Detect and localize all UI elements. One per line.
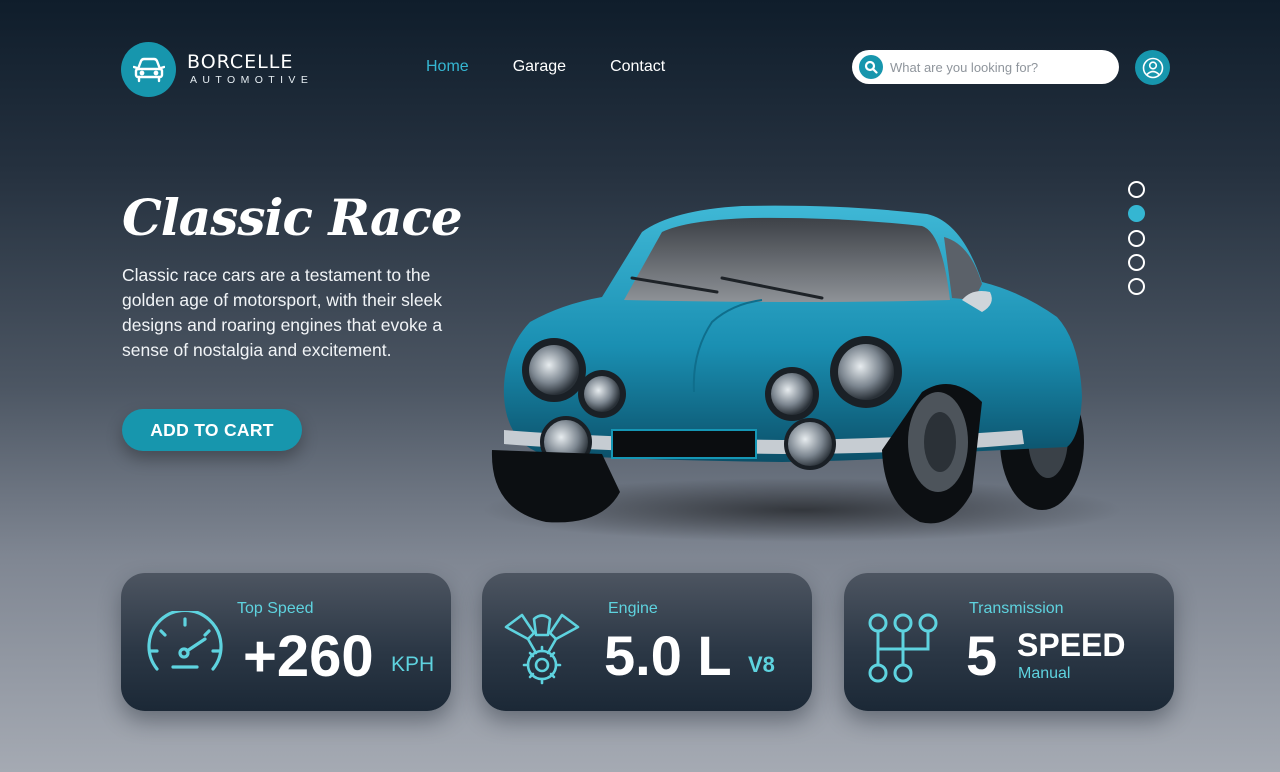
spec-unit: V8 [748, 652, 775, 677]
nav-home[interactable]: Home [426, 58, 469, 76]
speedometer-icon [147, 611, 223, 671]
spec-unit: SPEED [1017, 627, 1126, 663]
hero-description: Classic race cars are a testament to the… [122, 265, 443, 360]
spec-label: Transmission [969, 600, 1064, 617]
car-image [482, 205, 1122, 542]
search-bar [852, 50, 1119, 84]
carousel-indicators [1128, 181, 1145, 302]
carousel-dot[interactable] [1128, 229, 1145, 247]
spec-card-transmission: Transmission 5 SPEED Manual [844, 573, 1174, 711]
main-nav: Home Garage Contact [426, 58, 709, 76]
brand-tagline: AUTOMOTIVE [190, 74, 314, 87]
nav-garage[interactable]: Garage [513, 58, 566, 76]
gear-shift-icon [868, 613, 938, 683]
spec-label: Top Speed [237, 600, 314, 617]
add-to-cart-button[interactable]: ADD TO CART [122, 409, 302, 451]
spec-subtext: Manual [1018, 665, 1071, 682]
spec-label: Engine [608, 600, 658, 617]
brand-name: BORCELLE [187, 51, 294, 74]
car-icon [121, 42, 176, 97]
spec-card-engine: Engine 5.0 L V8 [482, 573, 812, 711]
carousel-dot[interactable] [1128, 278, 1145, 296]
search-input[interactable] [890, 59, 1110, 75]
spec-unit: KPH [391, 653, 435, 676]
spec-value: +260 [243, 624, 374, 689]
user-icon[interactable] [1135, 50, 1170, 85]
spec-card-top-speed: Top Speed +260 KPH [121, 573, 451, 711]
spec-value: 5 [966, 624, 998, 687]
brand-logo[interactable]: BORCELLE AUTOMOTIVE [121, 42, 313, 97]
carousel-dot-active[interactable] [1128, 205, 1145, 223]
nav-contact[interactable]: Contact [610, 58, 665, 76]
carousel-dot[interactable] [1128, 253, 1145, 271]
engine-icon [504, 613, 580, 685]
search-icon[interactable] [859, 55, 883, 79]
carousel-dot[interactable] [1128, 181, 1145, 198]
hero-title: Classic Race [122, 188, 463, 247]
spec-value: 5.0 L [604, 624, 732, 687]
